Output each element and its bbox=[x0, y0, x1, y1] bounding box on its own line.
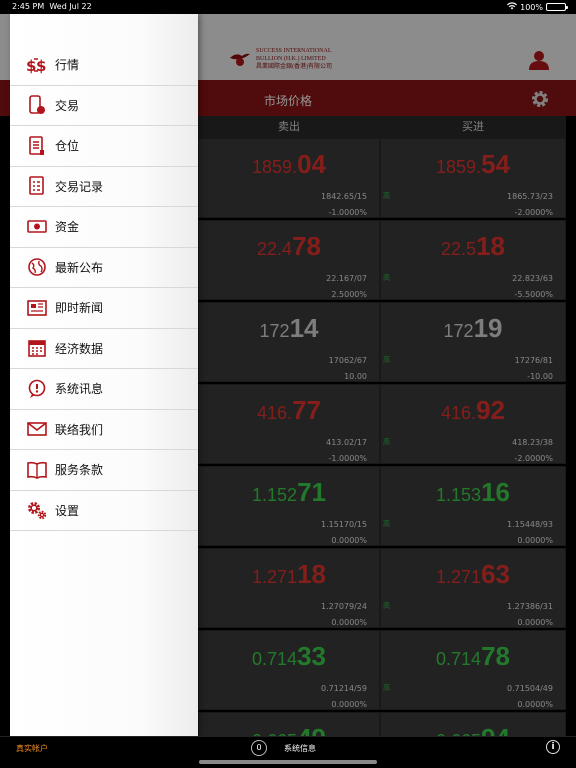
alert-chat-icon bbox=[25, 377, 49, 401]
system-info-label[interactable]: 系统信息 bbox=[284, 743, 316, 754]
gears-icon bbox=[25, 498, 49, 522]
battery-icon bbox=[546, 3, 568, 11]
menu-item-label: 系统讯息 bbox=[55, 382, 104, 397]
menu-item-3[interactable]: 交易记录 bbox=[10, 167, 198, 207]
status-bar: 2:45 PM Wed Jul 22 100% bbox=[0, 0, 576, 14]
phone-trade-icon bbox=[25, 93, 49, 117]
menu-item-7[interactable]: 经济数据 bbox=[10, 329, 198, 369]
menu-item-10[interactable]: 服务条款 bbox=[10, 450, 198, 491]
menu-item-label: 最新公布 bbox=[55, 260, 104, 275]
menu-item-label: 交易记录 bbox=[55, 179, 104, 194]
menu-item-label: 交易 bbox=[55, 98, 80, 113]
status-right: 100% bbox=[507, 2, 568, 12]
menu-item-4[interactable]: 资金 bbox=[10, 207, 198, 248]
menu-item-11[interactable]: 设置 bbox=[10, 491, 198, 531]
menu-item-1[interactable]: 交易 bbox=[10, 86, 198, 126]
account-type-label[interactable]: 真实帐户 bbox=[16, 743, 48, 754]
money-icon bbox=[25, 215, 49, 239]
menu-item-label: 服务条款 bbox=[55, 463, 104, 478]
newspaper-icon bbox=[25, 296, 49, 320]
menu-item-2[interactable]: 仓位 bbox=[10, 126, 198, 167]
wifi-icon bbox=[507, 2, 518, 12]
menu-item-label: 资金 bbox=[55, 220, 80, 235]
calendar-icon bbox=[25, 336, 49, 360]
book-icon bbox=[25, 458, 49, 482]
drawer-menu: $ $ 行情交易仓位交易记录资金最新公布即时新闻经济数据系统讯息联络我们服务条款设置 bbox=[10, 45, 198, 531]
home-indicator bbox=[199, 760, 377, 764]
menu-item-label: 行情 bbox=[55, 58, 80, 73]
info-icon[interactable]: i bbox=[546, 740, 560, 754]
menu-item-9[interactable]: 联络我们 bbox=[10, 410, 198, 450]
menu-item-label: 仓位 bbox=[55, 139, 80, 154]
menu-item-label: 即时新闻 bbox=[55, 301, 104, 316]
notification-count-badge[interactable]: 0 bbox=[251, 740, 267, 756]
menu-item-label: 联络我们 bbox=[55, 422, 104, 437]
menu-item-8[interactable]: 系统讯息 bbox=[10, 369, 198, 410]
menu-item-0[interactable]: $ $ 行情 bbox=[10, 45, 198, 86]
dollar-exchange-icon: $ $ bbox=[25, 53, 49, 77]
menu-item-label: 设置 bbox=[55, 503, 80, 518]
menu-item-6[interactable]: 即时新闻 bbox=[10, 288, 198, 329]
side-drawer: $ $ 行情交易仓位交易记录资金最新公布即时新闻经济数据系统讯息联络我们服务条款设置 bbox=[10, 14, 198, 736]
battery-percent: 100% bbox=[520, 2, 543, 12]
globe-icon bbox=[25, 255, 49, 279]
menu-item-5[interactable]: 最新公布 bbox=[10, 248, 198, 288]
mail-icon bbox=[25, 417, 49, 441]
menu-item-label: 经济数据 bbox=[55, 341, 104, 356]
document-icon bbox=[25, 134, 49, 158]
status-time: 2:45 PM Wed Jul 22 bbox=[12, 2, 92, 11]
list-record-icon bbox=[25, 174, 49, 198]
